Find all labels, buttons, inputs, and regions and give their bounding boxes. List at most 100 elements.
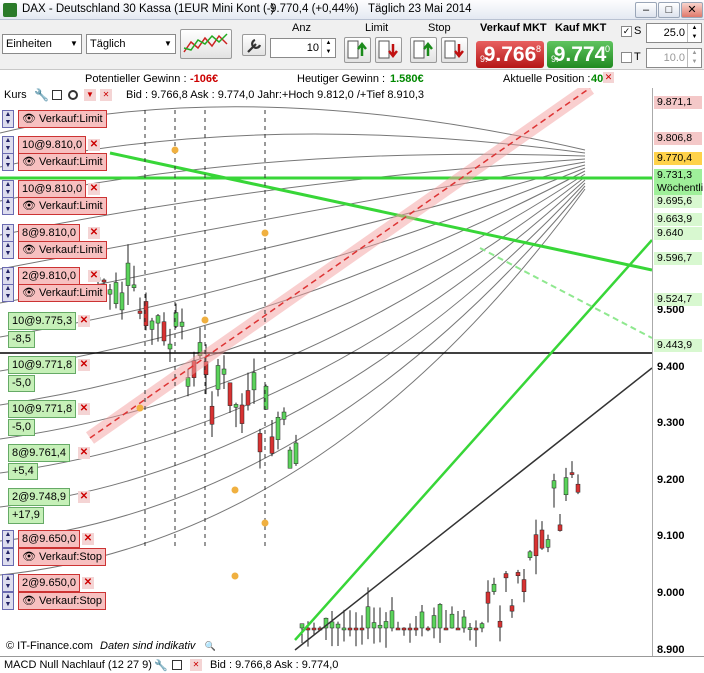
close-icon[interactable]: ✕ xyxy=(78,403,90,415)
price-chart[interactable] xyxy=(0,88,652,656)
order-button[interactable]: 👁 Verkauf:Limit xyxy=(18,197,107,215)
close-icon[interactable]: ✕ xyxy=(88,227,100,239)
position-quantity[interactable]: 2@9.748,9 xyxy=(8,488,70,506)
position-quantity[interactable]: 10@9.771,8 xyxy=(8,356,77,374)
units-select[interactable]: Einheiten ▼ xyxy=(2,34,82,54)
macd-panel: MACD Null Nachlauf (12 27 9) 🔧 ✕ Bid : 9… xyxy=(0,656,704,673)
macd-bid-ask: Bid : 9.766,8 Ask : 9.774,0 xyxy=(210,659,339,671)
copyright-text: © IT-Finance.com xyxy=(6,640,93,652)
price-level-tag: 9.770,4 xyxy=(654,152,702,165)
maximize-button[interactable]: □ xyxy=(658,2,680,18)
s-checkbox[interactable]: ✓ xyxy=(621,26,632,37)
order-button[interactable]: 👁 Verkauf:Limit xyxy=(18,284,107,302)
bid-ask-range-text: Bid : 9.766,8 Ask : 9.774,0 Jahr:+Hoch 9… xyxy=(126,89,425,101)
buy-market-button[interactable]: 9. 9.774 0 xyxy=(547,41,613,68)
candle-body xyxy=(443,627,449,631)
spin-arrows-icon[interactable]: ▲ ▼ xyxy=(687,49,701,67)
quantity-stepper[interactable]: 10 ▲ ▼ xyxy=(270,38,336,58)
arrow-down-icon[interactable]: ▼ xyxy=(84,89,96,101)
s-value: 25.0 xyxy=(663,27,685,39)
stop-quantity[interactable]: 2@9.650,0 xyxy=(18,574,80,592)
stop-quantity[interactable]: 8@9.650,0 xyxy=(18,530,80,548)
candle-body xyxy=(119,292,125,311)
price-level-tag: 9.695,6 xyxy=(654,195,702,208)
candle-body xyxy=(371,622,377,629)
window-icon[interactable] xyxy=(52,90,62,100)
candle-body xyxy=(497,620,503,628)
position-quantity[interactable]: 8@9.761,4 xyxy=(8,444,70,462)
order-icon: ▲ ▼ xyxy=(2,110,14,128)
close-position-icon[interactable]: ✕ xyxy=(603,72,614,83)
order-button[interactable]: 👁 Verkauf:Limit xyxy=(18,110,107,128)
position-pl: -8,5 xyxy=(8,331,35,348)
zoom-icon[interactable]: 🔍 xyxy=(204,641,215,651)
candle-body xyxy=(245,390,251,406)
candle-body xyxy=(161,321,167,342)
close-icon[interactable]: ✕ xyxy=(82,533,94,545)
indicator-icon[interactable] xyxy=(68,90,78,100)
order-quantity[interactable]: 10@9.810,0 xyxy=(18,136,87,154)
period-date: Täglich 23 Mai 2014 xyxy=(368,3,472,15)
price-level-tag: 9.596,7 xyxy=(654,252,702,265)
close-icon[interactable]: ✕ xyxy=(82,577,94,589)
order-type-label: Verkauf:Limit xyxy=(39,113,103,125)
position-info-bar: Potentieller Gewinn : -106€ Heutiger Gew… xyxy=(0,71,704,87)
spin-arrows-icon[interactable]: ▲ ▼ xyxy=(687,24,701,42)
toolbar: Einheiten ▼ Täglich ▼ Anz 10 ▲ ▼ Limit St… xyxy=(0,20,704,70)
price-level-tag: 9.443,9 xyxy=(654,339,702,352)
order-button[interactable]: 👁 Verkauf:Limit xyxy=(18,153,107,171)
s-stepper[interactable]: 25.0 ▲ ▼ xyxy=(646,23,702,43)
candle-body xyxy=(479,623,485,629)
tools-button[interactable] xyxy=(242,34,266,56)
window-icon[interactable] xyxy=(172,660,182,670)
candle-body xyxy=(557,524,563,531)
candle-body xyxy=(491,583,497,592)
close-icon[interactable]: ✕ xyxy=(78,491,90,503)
chevron-down-icon: ▼ xyxy=(164,39,172,48)
t-value: 10.0 xyxy=(663,52,685,64)
wrench-icon[interactable]: 🔧 xyxy=(154,659,168,672)
close-icon[interactable]: ✕ xyxy=(190,659,202,671)
limit-sell-button[interactable] xyxy=(375,37,402,63)
stop-buy-button[interactable] xyxy=(410,37,437,63)
position-quantity[interactable]: 10@9.771,8 xyxy=(8,400,77,418)
eye-icon: 👁 xyxy=(22,551,36,563)
price-level-tag: 9.731,3 xyxy=(654,169,702,182)
wrench-icon[interactable]: 🔧 xyxy=(34,88,49,102)
limit-buy-button[interactable] xyxy=(344,37,371,63)
close-icon[interactable]: ✕ xyxy=(100,89,112,101)
t-stepper[interactable]: 10.0 ▲ ▼ xyxy=(646,48,702,68)
order-quantity[interactable]: 2@9.810,0 xyxy=(18,267,80,285)
order-quantity[interactable]: 8@9.810,0 xyxy=(18,224,80,242)
order-icon: ▲ ▼ xyxy=(2,197,14,215)
spin-arrows-icon[interactable]: ▲ ▼ xyxy=(321,39,335,57)
chart-style-button[interactable] xyxy=(180,29,232,59)
close-icon[interactable]: ✕ xyxy=(88,183,100,195)
stop-sell-button[interactable] xyxy=(441,37,468,63)
close-icon[interactable]: ✕ xyxy=(78,447,90,459)
candle-body xyxy=(275,416,281,440)
period-select[interactable]: Täglich ▼ xyxy=(86,34,176,54)
stop-button[interactable]: 👁 Verkauf:Stop xyxy=(18,592,107,610)
candle-body xyxy=(239,404,245,424)
close-icon[interactable]: ✕ xyxy=(88,270,100,282)
close-icon[interactable]: ✕ xyxy=(78,359,90,371)
marker-dot xyxy=(201,316,209,324)
t-checkbox[interactable] xyxy=(621,52,632,63)
order-icon: ▲ ▼ xyxy=(2,153,14,171)
minimize-button[interactable]: – xyxy=(635,2,657,18)
order-quantity[interactable]: 10@9.810,0 xyxy=(18,180,87,198)
eye-icon: 👁 xyxy=(22,244,36,256)
position-quantity[interactable]: 10@9.775,3 xyxy=(8,312,77,330)
close-icon[interactable]: ✕ xyxy=(88,139,100,151)
close-button[interactable]: ✕ xyxy=(681,2,703,18)
sell-market-button[interactable]: 9. 9.766 8 xyxy=(476,41,544,68)
order-icon: ▲ ▼ xyxy=(2,241,14,259)
order-button[interactable]: 👁 Verkauf:Limit xyxy=(18,241,107,259)
close-icon[interactable]: ✕ xyxy=(78,315,90,327)
price-level-tag: Wöchentli xyxy=(654,182,703,195)
candle-body xyxy=(419,611,425,629)
candle-body xyxy=(545,539,551,548)
eye-icon: 👁 xyxy=(22,113,36,125)
stop-button[interactable]: 👁 Verkauf:Stop xyxy=(18,548,107,566)
